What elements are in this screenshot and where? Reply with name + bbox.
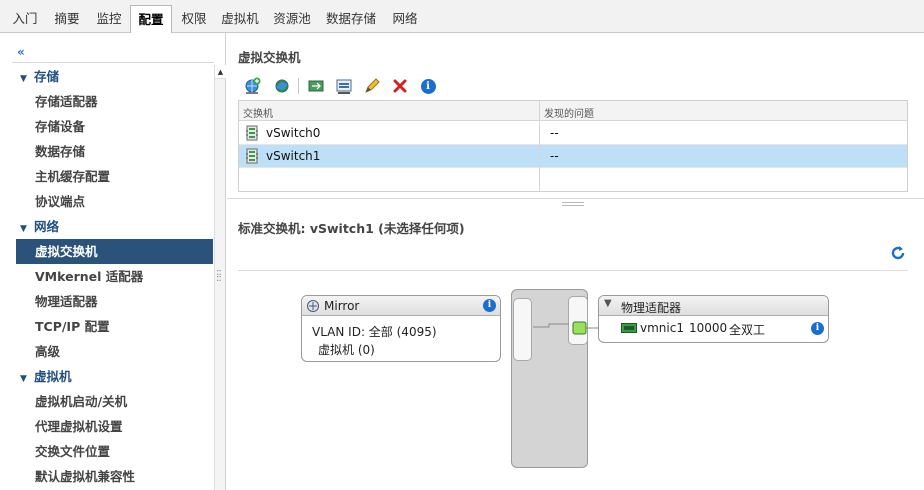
pane-splitter-grip[interactable]: :::: [216,268,222,284]
physical-adapters-title: 物理适配器 [621,301,682,315]
sidebar-item-advanced[interactable]: 高级 [16,339,213,364]
collapse-sidebar-button[interactable]: « [17,45,25,59]
connection-lines [533,321,598,335]
tab-datastores[interactable]: 数据存储 [320,6,382,33]
sidebar-item-swap-file[interactable]: 交换文件位置 [16,439,213,464]
scroll-up-icon[interactable]: ▲ [215,65,226,79]
nav-group-storage[interactable]: ▼ 存储 [16,64,213,89]
nav-group-label: 网络 [34,219,60,234]
expand-arrow-icon: ▼ [20,74,27,84]
collapse-triangle-icon[interactable]: ▼ [604,298,612,309]
tab-getting-started[interactable]: 入门 [5,6,45,33]
nav-group-networking[interactable]: ▼ 网络 [16,214,213,239]
physical-adapters-card[interactable]: ▼ 物理适配器 vmnic1 10000 全双工 i [598,295,829,343]
sidebar-item-tcpip[interactable]: TCP/IP 配置 [16,314,213,339]
sidebar-item-vmkernel-adapters[interactable]: VMkernel 适配器 [16,264,213,289]
sidebar-item-vm-startup[interactable]: 虚拟机启动/关机 [16,389,213,414]
sidebar-item-datastores[interactable]: 数据存储 [16,139,213,164]
nic-info-icon[interactable]: i [811,322,824,335]
expand-arrow-icon: ▼ [20,224,27,234]
expand-arrow-icon: ▼ [20,374,27,384]
sidebar-nav: ▼ 存储 存储适配器 存储设备 数据存储 主机缓存配置 协议端点 ▼ 网络 虚拟交换… [16,64,213,489]
sidebar-item-protocol-endpoints[interactable]: 协议端点 [16,189,213,214]
sidebar-item-default-compat[interactable]: 默认虚拟机兼容性 [16,464,213,489]
nic-duplex: 全双工 [729,323,766,337]
nic-name: vmnic1 [640,321,684,335]
nic-icon [621,322,637,337]
nic-speed: 10000 [689,321,728,335]
tab-summary[interactable]: 摘要 [47,6,87,33]
nav-group-vms[interactable]: ▼ 虚拟机 [16,364,213,389]
nav-group-label: 虚拟机 [34,369,72,384]
tab-vms[interactable]: 虚拟机 [216,6,264,33]
sidebar-item-agent-vm[interactable]: 代理虚拟机设置 [16,414,213,439]
tab-resource-pools[interactable]: 资源池 [268,6,316,33]
sidebar-divider [12,62,214,63]
sidebar-item-physical-adapters[interactable]: 物理适配器 [16,289,213,314]
tab-monitor[interactable]: 监控 [89,6,129,33]
tab-configure[interactable]: 配置 [130,5,172,34]
main-panel: 虚拟交换机 i 交换机 发现的问题 vSwitch0 -- vSwitch1 -… [227,33,924,490]
physical-adapters-header: ▼ 物理适配器 [599,296,828,316]
top-tab-bar: 入门 摘要 监控 配置 权限 虚拟机 资源池 数据存储 网络 [0,0,924,34]
nav-group-label: 存储 [34,69,60,84]
tab-networks[interactable]: 网络 [386,6,424,33]
sidebar-item-storage-adapters[interactable]: 存储适配器 [16,89,213,114]
sidebar-item-virtual-switches[interactable]: 虚拟交换机 [16,239,213,264]
sidebar-item-storage-devices[interactable]: 存储设备 [16,114,213,139]
tab-permissions[interactable]: 权限 [174,6,214,33]
sidebar: « ▼ 存储 存储适配器 存储设备 数据存储 主机缓存配置 协议端点 ▼ 网络 虚拟… [0,33,226,490]
sidebar-item-host-cache[interactable]: 主机缓存配置 [16,164,213,189]
